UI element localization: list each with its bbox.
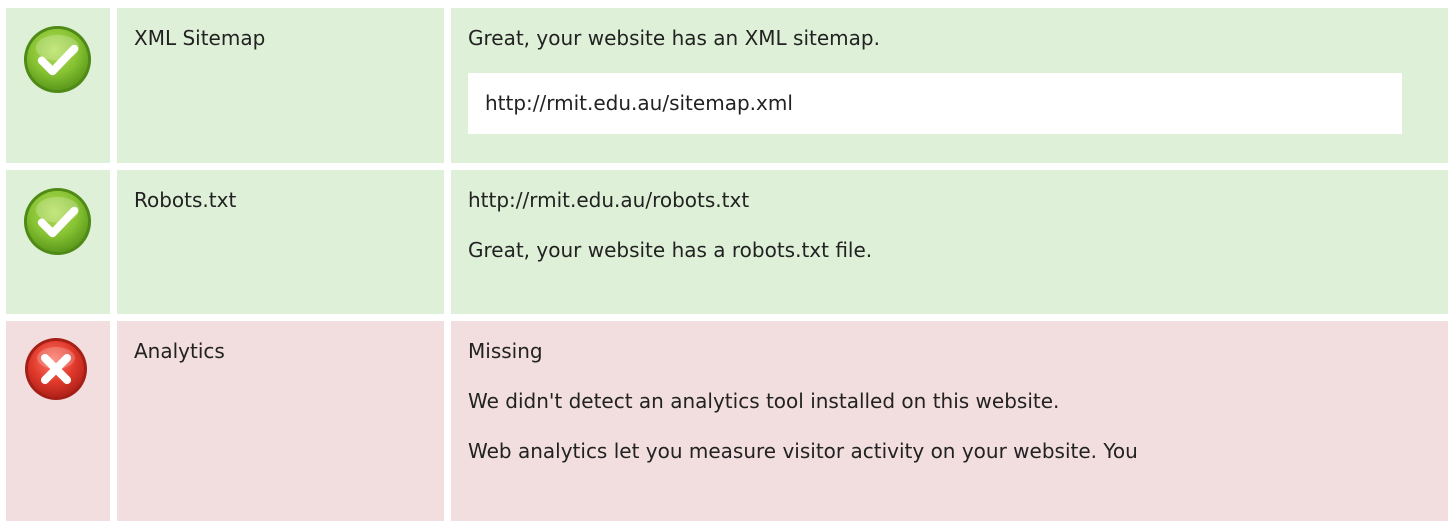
row-label: Robots.txt [134,188,237,212]
status-cell [6,8,110,163]
robots-url[interactable]: http://rmit.edu.au/robots.txt [468,186,1448,215]
label-cell: Analytics [117,321,444,521]
report-row-robots-txt: Robots.txt http://rmit.edu.au/robots.txt… [6,170,1448,314]
status-cell [6,321,110,521]
label-cell: Robots.txt [117,170,444,314]
report-row-xml-sitemap: XML Sitemap Great, your website has an X… [6,8,1448,163]
seo-report-table: XML Sitemap Great, your website has an X… [6,8,1448,521]
report-row-analytics: Analytics Missing We didn't detect an an… [6,321,1448,521]
status-message: Great, your website has a robots.txt fil… [468,238,873,262]
check-circle-icon [23,25,92,94]
value-cell: Great, your website has an XML sitemap. … [451,8,1448,163]
value-cell: http://rmit.edu.au/robots.txt Great, you… [451,170,1448,314]
row-label: XML Sitemap [134,26,266,50]
status-cell [6,170,110,314]
status-message: We didn't detect an analytics tool insta… [468,389,1060,413]
value-cell: Missing We didn't detect an analytics to… [451,321,1448,521]
label-cell: XML Sitemap [117,8,444,163]
status-message: Great, your website has an XML sitemap. [468,26,880,50]
sitemap-url-box: http://rmit.edu.au/sitemap.xml [468,73,1402,134]
sitemap-url[interactable]: http://rmit.edu.au/sitemap.xml [485,91,793,115]
x-circle-icon [25,338,87,400]
check-circle-icon [23,187,92,256]
status-value: Missing [468,339,543,363]
row-label: Analytics [134,339,225,363]
status-detail: Web analytics let you measure visitor ac… [468,439,1138,463]
